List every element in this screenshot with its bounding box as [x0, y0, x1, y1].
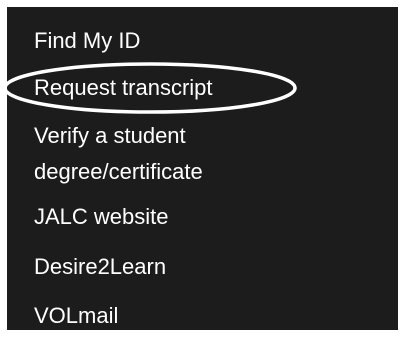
- menu-item-jalc-website[interactable]: JALC website: [34, 200, 169, 234]
- menu-item-label-line2: degree/certificate: [34, 159, 203, 184]
- menu-item-label: JALC website: [34, 204, 169, 229]
- menu-item-volmail[interactable]: VOLmail: [34, 299, 118, 333]
- menu-item-label: Request transcript: [34, 75, 213, 100]
- menu-item-label: VOLmail: [34, 303, 119, 328]
- menu-item-find-my-id[interactable]: Find My ID: [34, 24, 140, 58]
- dropdown-menu-panel: Find My ID Request transcript Verify a s…: [7, 7, 398, 330]
- menu-item-label: Desire2Learn: [34, 254, 167, 279]
- menu-item-desire2learn[interactable]: Desire2Learn: [34, 250, 166, 284]
- menu-item-request-transcript[interactable]: Request transcript: [34, 71, 213, 105]
- menu-item-label-line1: Verify a student: [34, 123, 186, 148]
- menu-item-label: Find My ID: [34, 28, 141, 53]
- menu-item-verify-degree[interactable]: Verify a student degree/certificate: [34, 118, 203, 190]
